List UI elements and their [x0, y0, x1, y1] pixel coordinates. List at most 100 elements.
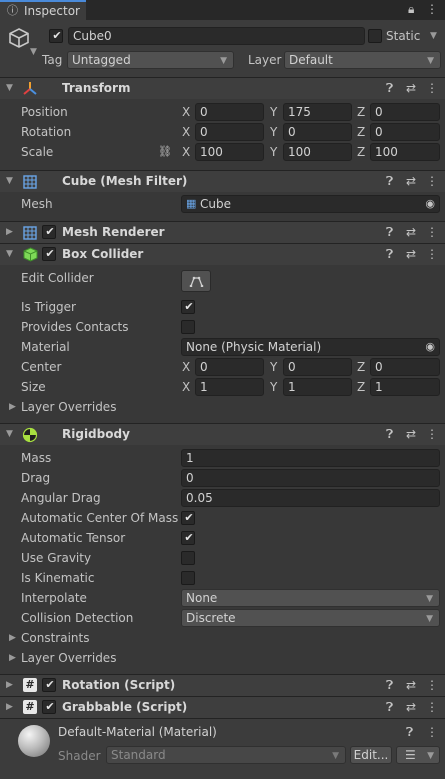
- presets-icon[interactable]: ⇄: [406, 699, 416, 715]
- mesh-renderer-enabled-checkbox[interactable]: ✔: [42, 225, 56, 239]
- presets-icon[interactable]: ⇄: [406, 173, 416, 189]
- auto-tensor-checkbox[interactable]: ✔: [181, 531, 195, 545]
- interpolate-dropdown[interactable]: None ▼: [181, 589, 440, 607]
- tag-dropdown[interactable]: Untagged ▼: [67, 51, 234, 69]
- shader-edit-button[interactable]: Edit...: [350, 746, 392, 764]
- kebab-menu-icon[interactable]: ⋮: [426, 224, 438, 240]
- static-dropdown-icon[interactable]: ▼: [430, 28, 437, 44]
- box-collider-header[interactable]: ▼ ✔ Box Collider ❓︎ ⇄ ⋮: [0, 243, 445, 265]
- help-icon[interactable]: ❓︎: [386, 246, 393, 262]
- rotation-script-header[interactable]: ▶ # ✔ Rotation (Script) ❓︎ ⇄ ⋮: [0, 674, 445, 696]
- presets-icon[interactable]: ⇄: [406, 426, 416, 442]
- kebab-menu-icon[interactable]: ⋮: [426, 426, 438, 442]
- material-title: Default-Material (Material): [58, 725, 217, 739]
- object-name-field[interactable]: Cube0: [68, 27, 365, 45]
- mesh-filter-header[interactable]: ▼ Cube (Mesh Filter) ❓︎ ⇄ ⋮: [0, 170, 445, 192]
- scale-z-field[interactable]: 100: [370, 143, 440, 161]
- chevron-down-icon: ▼: [427, 56, 434, 66]
- tag-value: Untagged: [72, 53, 131, 67]
- help-icon[interactable]: ❓︎: [386, 173, 393, 189]
- rigidbody-header[interactable]: ▼ Rigidbody ❓︎ ⇄ ⋮: [0, 423, 445, 445]
- mass-field[interactable]: 1: [181, 449, 440, 467]
- is-kinematic-checkbox[interactable]: [181, 571, 195, 585]
- help-icon[interactable]: ❓︎: [406, 724, 413, 740]
- collision-detection-dropdown[interactable]: Discrete ▼: [181, 609, 440, 627]
- center-y-field[interactable]: 0: [283, 358, 352, 376]
- is-trigger-checkbox[interactable]: ✔: [181, 300, 195, 314]
- foldout-closed-icon[interactable]: ▶: [9, 399, 16, 415]
- provides-contacts-checkbox[interactable]: [181, 320, 195, 334]
- auto-center-of-mass-checkbox[interactable]: ✔: [181, 511, 195, 525]
- kebab-menu-icon[interactable]: ⋮: [426, 173, 438, 189]
- use-gravity-checkbox[interactable]: [181, 551, 195, 565]
- shader-options-dropdown[interactable]: ☰ ▼: [396, 746, 440, 764]
- kebab-menu-icon[interactable]: ⋮: [426, 724, 438, 740]
- transform-header[interactable]: ▼ Transform ❓︎ ⇄ ⋮: [0, 77, 445, 99]
- help-icon[interactable]: ❓︎: [386, 224, 393, 240]
- kebab-menu-icon[interactable]: ⋮: [426, 1, 438, 17]
- mesh-renderer-header[interactable]: ▶ ✔ Mesh Renderer ❓︎ ⇄ ⋮: [0, 221, 445, 243]
- rotation-z-field[interactable]: 0: [370, 123, 440, 141]
- rigidbody-layer-overrides-foldout[interactable]: Layer Overrides: [21, 650, 116, 666]
- presets-icon[interactable]: ⇄: [406, 80, 416, 96]
- foldout-open-icon[interactable]: ▼: [6, 246, 13, 262]
- position-y-field[interactable]: 175: [283, 103, 352, 121]
- tab-inspector[interactable]: ⓘ Inspector: [0, 0, 86, 20]
- center-x-field[interactable]: 0: [195, 358, 264, 376]
- foldout-open-icon[interactable]: ▼: [6, 80, 13, 96]
- kebab-menu-icon[interactable]: ⋮: [426, 80, 438, 96]
- check-icon: ✔: [184, 511, 194, 524]
- kebab-menu-icon[interactable]: ⋮: [426, 246, 438, 262]
- size-x-field[interactable]: 1: [195, 378, 264, 396]
- constraints-foldout[interactable]: Constraints: [21, 630, 89, 646]
- layer-dropdown[interactable]: Default ▼: [284, 51, 441, 69]
- size-z-field[interactable]: 1: [370, 378, 440, 396]
- kebab-menu-icon[interactable]: ⋮: [426, 699, 438, 715]
- static-checkbox[interactable]: [368, 29, 382, 43]
- presets-icon[interactable]: ⇄: [406, 677, 416, 693]
- icon-dropdown-icon[interactable]: ▼: [30, 44, 37, 60]
- transform-title: Transform: [62, 81, 131, 95]
- foldout-closed-icon[interactable]: ▶: [9, 630, 16, 646]
- size-y-field[interactable]: 1: [283, 378, 352, 396]
- list-icon: ☰: [405, 748, 416, 762]
- box-collider-enabled-checkbox[interactable]: ✔: [42, 247, 56, 261]
- object-picker-icon[interactable]: ◉: [425, 339, 435, 355]
- position-x-field[interactable]: 0: [195, 103, 264, 121]
- constrain-proportions-link-icon[interactable]: ⛓︎: [158, 144, 172, 160]
- help-icon[interactable]: ❓︎: [386, 426, 393, 442]
- foldout-open-icon[interactable]: ▼: [6, 426, 13, 442]
- rotation-label: Rotation: [21, 125, 72, 139]
- foldout-closed-icon[interactable]: ▶: [6, 224, 13, 240]
- physic-material-field[interactable]: None (Physic Material) ◉: [181, 338, 440, 356]
- grabbable-script-enabled-checkbox[interactable]: ✔: [42, 700, 56, 714]
- active-checkbox[interactable]: ✔: [49, 29, 63, 43]
- grabbable-script-header[interactable]: ▶ # ✔ Grabbable (Script) ❓︎ ⇄ ⋮: [0, 696, 445, 718]
- scale-x-field[interactable]: 100: [195, 143, 264, 161]
- help-icon[interactable]: ❓︎: [386, 80, 393, 96]
- lock-icon[interactable]: 🔒︎: [408, 1, 414, 17]
- drag-field[interactable]: 0: [181, 469, 440, 487]
- shader-dropdown[interactable]: Standard ▼: [106, 746, 346, 764]
- position-z-field[interactable]: 0: [370, 103, 440, 121]
- foldout-closed-icon[interactable]: ▶: [6, 677, 13, 693]
- object-picker-icon[interactable]: ◉: [425, 196, 435, 212]
- help-icon[interactable]: ❓︎: [386, 699, 393, 715]
- foldout-closed-icon[interactable]: ▶: [9, 650, 16, 666]
- presets-icon[interactable]: ⇄: [406, 246, 416, 262]
- presets-icon[interactable]: ⇄: [406, 224, 416, 240]
- kebab-menu-icon[interactable]: ⋮: [426, 677, 438, 693]
- rotation-x-field[interactable]: 0: [195, 123, 264, 141]
- mesh-value: Cube: [200, 197, 231, 211]
- angular-drag-field[interactable]: 0.05: [181, 489, 440, 507]
- rotation-y-field[interactable]: 0: [283, 123, 352, 141]
- help-icon[interactable]: ❓︎: [386, 677, 393, 693]
- center-z-field[interactable]: 0: [370, 358, 440, 376]
- collider-layer-overrides-foldout[interactable]: Layer Overrides: [21, 399, 116, 415]
- rotation-script-enabled-checkbox[interactable]: ✔: [42, 678, 56, 692]
- scale-y-field[interactable]: 100: [283, 143, 352, 161]
- foldout-closed-icon[interactable]: ▶: [6, 699, 13, 715]
- foldout-open-icon[interactable]: ▼: [6, 173, 13, 189]
- edit-collider-button[interactable]: [181, 270, 211, 292]
- mesh-object-field[interactable]: ▦ Cube ◉: [181, 195, 440, 213]
